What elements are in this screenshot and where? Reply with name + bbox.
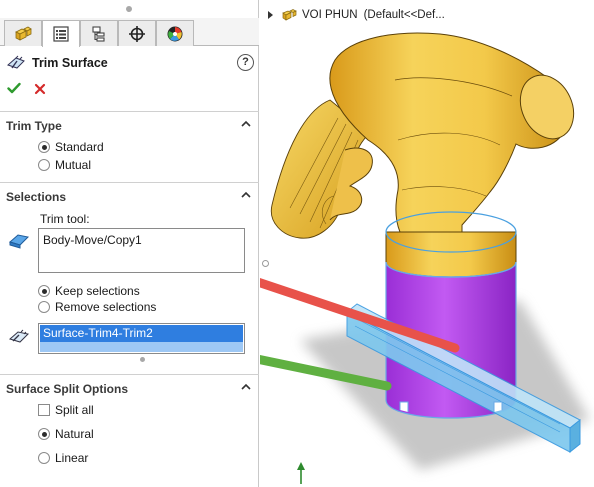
remove-selections-radio-row[interactable]: Remove selections [38, 299, 156, 315]
mutual-label: Mutual [55, 158, 92, 172]
mutual-radio[interactable] [38, 159, 50, 171]
triad-arrow-icon [297, 462, 305, 470]
trim-surface-icon [7, 55, 25, 69]
sprayer-head[interactable] [329, 32, 568, 233]
tab-dimxpert-manager[interactable] [118, 20, 156, 46]
split-options-heading: Surface Split Options [6, 382, 129, 396]
natural-radio-row[interactable]: Natural [38, 426, 94, 442]
divider [0, 182, 259, 183]
remove-selections-label: Remove selections [55, 300, 157, 314]
feature-title: Trim Surface [32, 56, 108, 70]
listbox-resize-grip[interactable] [140, 357, 145, 362]
split-options-group-header[interactable]: Surface Split Options [6, 382, 254, 398]
property-manager-panel: Trim Surface ? Trim Type Standard Mutual… [0, 0, 259, 487]
pieces-item[interactable]: Surface-Trim4-Trim2 [40, 325, 243, 342]
trim-tool-label: Trim tool: [40, 212, 90, 226]
tab-display-manager[interactable] [156, 20, 194, 46]
part-cubes-icon [282, 9, 297, 21]
manager-tabs [0, 18, 259, 47]
trim-type-heading: Trim Type [6, 119, 62, 133]
keep-selections-radio-row[interactable]: Keep selections [38, 283, 140, 299]
tab-feature-manager[interactable] [4, 20, 42, 46]
crosshair-icon [129, 25, 145, 42]
chevron-up-icon[interactable] [240, 382, 252, 392]
chevron-up-icon[interactable] [240, 190, 252, 200]
feature-title-row: Trim Surface ? [6, 54, 254, 74]
property-list-icon [53, 26, 69, 42]
linear-radio-row[interactable]: Linear [38, 450, 88, 466]
remove-selections-radio[interactable] [38, 301, 50, 313]
part-cubes-icon [15, 26, 32, 41]
configuration-icon [92, 25, 105, 42]
selection-arrow-icon [8, 234, 30, 249]
standard-radio[interactable] [38, 141, 50, 153]
trim-tool-item[interactable]: Body-Move/Copy1 [43, 233, 142, 247]
selections-heading: Selections [6, 190, 67, 204]
natural-radio[interactable] [38, 428, 50, 440]
standard-radio-row[interactable]: Standard [38, 139, 104, 155]
divider [0, 374, 259, 375]
standard-label: Standard [55, 140, 104, 154]
neck[interactable] [385, 231, 517, 278]
linear-label: Linear [55, 451, 89, 465]
pieces-listbox[interactable]: Surface-Trim4-Trim2 [38, 323, 245, 354]
keep-selections-radio[interactable] [38, 285, 50, 297]
help-icon[interactable]: ? [237, 54, 254, 71]
split-all-checkbox-row[interactable]: Split all [38, 402, 94, 418]
chevron-up-icon[interactable] [240, 119, 252, 129]
panel-resize-grip[interactable] [126, 6, 132, 12]
tab-configuration-manager[interactable] [80, 20, 118, 46]
part-config: (Default<<Def... [363, 9, 445, 21]
color-wheel-icon [167, 26, 183, 41]
expand-arrow-icon[interactable] [268, 11, 273, 19]
linear-radio[interactable] [38, 452, 50, 464]
flyout-feature-tree[interactable]: VOI PHUN (Default<<Def... [268, 6, 445, 24]
trim-type-group-header[interactable]: Trim Type [6, 119, 254, 135]
mutual-radio-row[interactable]: Mutual [38, 157, 91, 173]
selections-group-header[interactable]: Selections [6, 190, 254, 206]
natural-label: Natural [55, 427, 94, 441]
graphics-viewport[interactable] [260, 28, 594, 487]
cancel-x-icon[interactable] [34, 83, 46, 95]
part-name: VOI PHUN [302, 9, 358, 21]
ok-check-icon[interactable] [7, 82, 21, 94]
tab-property-manager[interactable] [42, 20, 80, 47]
pieces-to-keep-icon [8, 329, 30, 343]
pieces-list-space [40, 342, 243, 352]
split-all-checkbox[interactable] [38, 404, 50, 416]
split-all-label: Split all [55, 403, 94, 417]
trim-tool-listbox[interactable]: Body-Move/Copy1 [38, 228, 245, 273]
divider [0, 111, 259, 112]
keep-selections-label: Keep selections [55, 284, 140, 298]
